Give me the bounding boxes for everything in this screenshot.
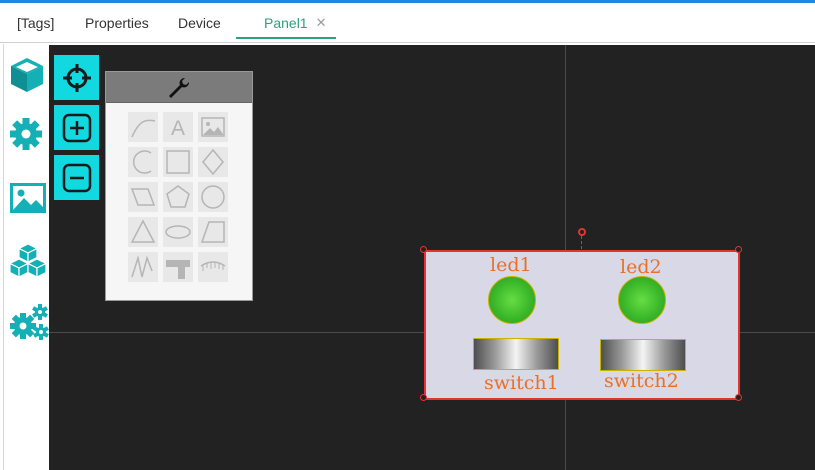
gears-icon[interactable] — [8, 302, 49, 342]
switch2-button[interactable] — [600, 339, 686, 371]
rotate-handle-line — [581, 236, 582, 249]
zoom-in-icon — [62, 113, 92, 143]
cube-icon[interactable] — [8, 56, 48, 96]
palette-parallelogram[interactable] — [128, 182, 158, 212]
crosshair-button[interactable] — [54, 55, 99, 100]
resize-handle-top-left[interactable] — [420, 246, 427, 253]
led2-indicator[interactable] — [618, 276, 666, 324]
palette-header[interactable] — [106, 72, 252, 103]
left-toolbar — [3, 44, 49, 470]
close-icon[interactable]: ✕ — [316, 15, 327, 30]
palette-polyline[interactable] — [128, 252, 158, 282]
palette-pipe[interactable] — [163, 252, 193, 282]
gear-icon[interactable] — [8, 116, 48, 156]
switch2-label: switch2 — [604, 370, 679, 392]
palette-ruler[interactable] — [198, 252, 228, 282]
palette-arc[interactable] — [128, 147, 158, 177]
led1-label: led1 — [490, 254, 532, 276]
tab-device[interactable]: Device — [178, 13, 221, 39]
image-icon[interactable] — [8, 180, 48, 220]
cubes-icon[interactable] — [8, 242, 48, 282]
palette-trapezoid[interactable] — [198, 217, 228, 247]
design-canvas[interactable]: A led1 led2 switch1 switch2 — [49, 45, 815, 470]
tab-panel1-label: Panel1 — [264, 15, 308, 31]
switch1-label: switch1 — [484, 372, 559, 394]
tab-properties[interactable]: Properties — [85, 13, 149, 39]
switch1-button[interactable] — [473, 338, 559, 370]
palette-rectangle[interactable] — [163, 147, 193, 177]
zoom-out-icon — [62, 163, 92, 193]
tab-panel1[interactable]: Panel1 ✕ — [236, 13, 336, 39]
palette-text[interactable]: A — [163, 112, 193, 142]
resize-handle-bottom-right[interactable] — [735, 394, 742, 401]
palette-triangle[interactable] — [128, 217, 158, 247]
palette-text-glyph: A — [171, 117, 185, 140]
crosshair-icon — [63, 64, 91, 92]
zoom-in-button[interactable] — [54, 105, 99, 150]
wrench-icon — [169, 77, 190, 98]
zoom-out-button[interactable] — [54, 155, 99, 200]
palette-curve[interactable] — [128, 112, 158, 142]
resize-handle-top-right[interactable] — [735, 246, 742, 253]
led2-label: led2 — [620, 256, 662, 278]
palette-circle[interactable] — [198, 182, 228, 212]
tab-tags[interactable]: [Tags] — [17, 13, 54, 39]
rotate-handle[interactable] — [578, 228, 586, 236]
editor-area: A led1 led2 switch1 switch2 — [0, 44, 815, 470]
palette-ellipse[interactable] — [163, 217, 193, 247]
panel-widget[interactable]: led1 led2 switch1 switch2 — [424, 250, 740, 400]
led1-indicator[interactable] — [488, 276, 536, 324]
resize-handle-bottom-left[interactable] — [420, 394, 427, 401]
palette-pentagon[interactable] — [163, 182, 193, 212]
shape-palette: A — [105, 71, 253, 301]
tab-bar: [Tags] Properties Device Panel1 ✕ — [0, 3, 815, 43]
palette-image[interactable] — [198, 112, 228, 142]
palette-diamond[interactable] — [198, 147, 228, 177]
